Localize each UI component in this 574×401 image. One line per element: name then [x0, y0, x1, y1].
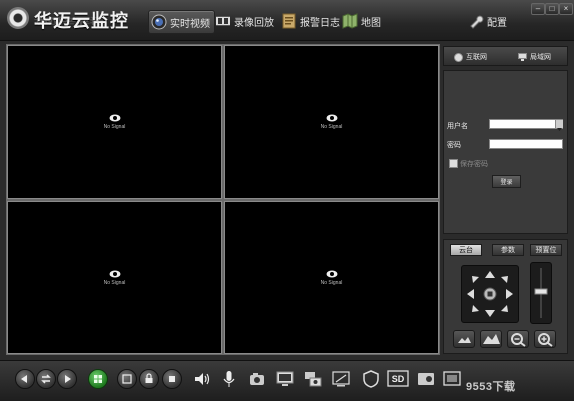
title-bar: 华迈云监控 华迈云监控 实时视频 录像回放 报警日志 地图 配置 – □ × — [0, 0, 574, 41]
remember-password-label: 保存密码 — [460, 161, 488, 168]
no-signal-label: No Signal — [320, 124, 343, 130]
arrow-up-icon[interactable] — [485, 271, 495, 278]
camera-lens-icon — [151, 14, 167, 30]
nav-playback[interactable]: 录像回放 — [213, 10, 278, 32]
fullscreen-icon[interactable] — [117, 369, 137, 389]
eye-icon — [326, 114, 337, 122]
sd-label: SD — [392, 374, 405, 384]
tab-internet[interactable]: 互联网 — [454, 50, 487, 64]
eye-icon — [109, 114, 120, 122]
login-button[interactable]: 登录 — [492, 175, 521, 188]
arrow-down-left-icon[interactable] — [472, 305, 479, 312]
nav-live-video[interactable]: 实时视频 — [148, 10, 215, 34]
video-pane-4[interactable]: No Signal — [224, 201, 439, 354]
close-icon[interactable]: × — [559, 3, 573, 15]
refresh-icon[interactable] — [36, 369, 56, 389]
nav-map-label: 地图 — [361, 17, 381, 29]
eye-icon — [109, 270, 120, 277]
zoom-out-landscape-icon[interactable] — [453, 330, 475, 348]
arrow-right-icon[interactable] — [506, 289, 513, 299]
monitor-icon[interactable] — [275, 369, 295, 389]
panel-icon[interactable] — [442, 369, 462, 389]
maximize-icon[interactable]: □ — [545, 3, 559, 15]
back-icon[interactable] — [15, 369, 35, 389]
config-label: 配置 — [487, 17, 507, 29]
nav-alarm-log[interactable]: 报警日志 — [279, 10, 344, 32]
chevron-down-icon[interactable] — [555, 120, 563, 131]
video-pane-3[interactable]: No Signal — [7, 201, 222, 354]
eye-icon — [326, 270, 337, 277]
minimize-icon[interactable]: – — [531, 3, 545, 15]
slider-thumb[interactable] — [534, 288, 548, 295]
nav-live-video-label: 实时视频 — [170, 18, 210, 30]
ptz-center-button[interactable] — [483, 287, 497, 301]
snapshot-icon[interactable] — [247, 369, 267, 389]
nav-map[interactable]: 地图 — [340, 10, 385, 32]
speaker-icon[interactable] — [192, 369, 212, 389]
shield-icon[interactable] — [361, 369, 381, 389]
globe-icon — [454, 52, 463, 62]
video-grid: No Signal No Signal No Signal No Signal — [6, 44, 440, 355]
tab-lan-label: 局域网 — [530, 54, 551, 61]
storage-icon[interactable] — [416, 369, 436, 389]
no-signal-label: No Signal — [103, 279, 126, 286]
arrow-up-right-icon[interactable] — [501, 276, 508, 283]
no-signal-label: No Signal — [320, 279, 343, 286]
alarm-log-icon — [281, 13, 297, 29]
video-pane-1[interactable]: No Signal — [7, 45, 222, 199]
tab-internet-label: 互联网 — [466, 54, 487, 61]
arrow-left-icon[interactable] — [467, 289, 474, 299]
microphone-icon[interactable] — [219, 369, 239, 389]
nav-playback-label: 录像回放 — [234, 17, 274, 29]
film-strip-icon — [215, 13, 231, 29]
watermark: 9553下载 — [466, 381, 516, 393]
arrow-down-right-icon[interactable] — [501, 305, 508, 312]
sd-icon[interactable]: SD — [387, 369, 409, 389]
arrow-down-icon[interactable] — [485, 310, 495, 317]
zoom-out-icon[interactable] — [507, 330, 529, 348]
username-field[interactable] — [489, 119, 563, 129]
ptz-speed-slider[interactable] — [530, 262, 552, 324]
map-icon — [342, 13, 358, 29]
tab-params[interactable]: 参数 — [492, 244, 524, 256]
remember-password-checkbox[interactable] — [449, 159, 458, 168]
arrow-up-left-icon[interactable] — [472, 276, 479, 283]
config-button[interactable]: 配置 — [466, 10, 511, 32]
tab-presets[interactable]: 预置位 — [530, 244, 562, 256]
app-title: 华迈云监控 — [34, 11, 129, 31]
wrench-icon — [468, 13, 484, 29]
zoom-in-icon[interactable] — [534, 330, 556, 348]
password-field[interactable] — [489, 139, 563, 149]
lan-icon — [518, 53, 527, 61]
multi-camera-icon[interactable] — [303, 369, 323, 389]
zoom-in-landscape-icon[interactable] — [480, 330, 502, 348]
lock-icon[interactable] — [139, 369, 159, 389]
grid-layout-icon[interactable] — [88, 369, 108, 389]
video-pane-2[interactable]: No Signal — [224, 45, 439, 199]
tab-ptz[interactable]: 云台 — [450, 244, 482, 256]
screen-record-icon[interactable] — [331, 369, 351, 389]
password-label: 密码 — [447, 142, 461, 149]
tab-lan[interactable]: 局域网 — [518, 50, 551, 64]
stop-icon[interactable] — [162, 369, 182, 389]
direction-pad — [461, 265, 519, 323]
app-logo — [7, 7, 29, 29]
ptz-panel: 云台 参数 预置位 — [443, 239, 568, 354]
forward-icon[interactable] — [57, 369, 77, 389]
nav-alarm-log-label: 报警日志 — [300, 17, 340, 29]
username-label: 用户名 — [447, 123, 468, 130]
network-tabs: 互联网 局域网 — [443, 46, 568, 66]
login-panel: 用户名 密码 保存密码 登录 — [443, 70, 568, 234]
no-signal-label: No Signal — [103, 124, 126, 130]
